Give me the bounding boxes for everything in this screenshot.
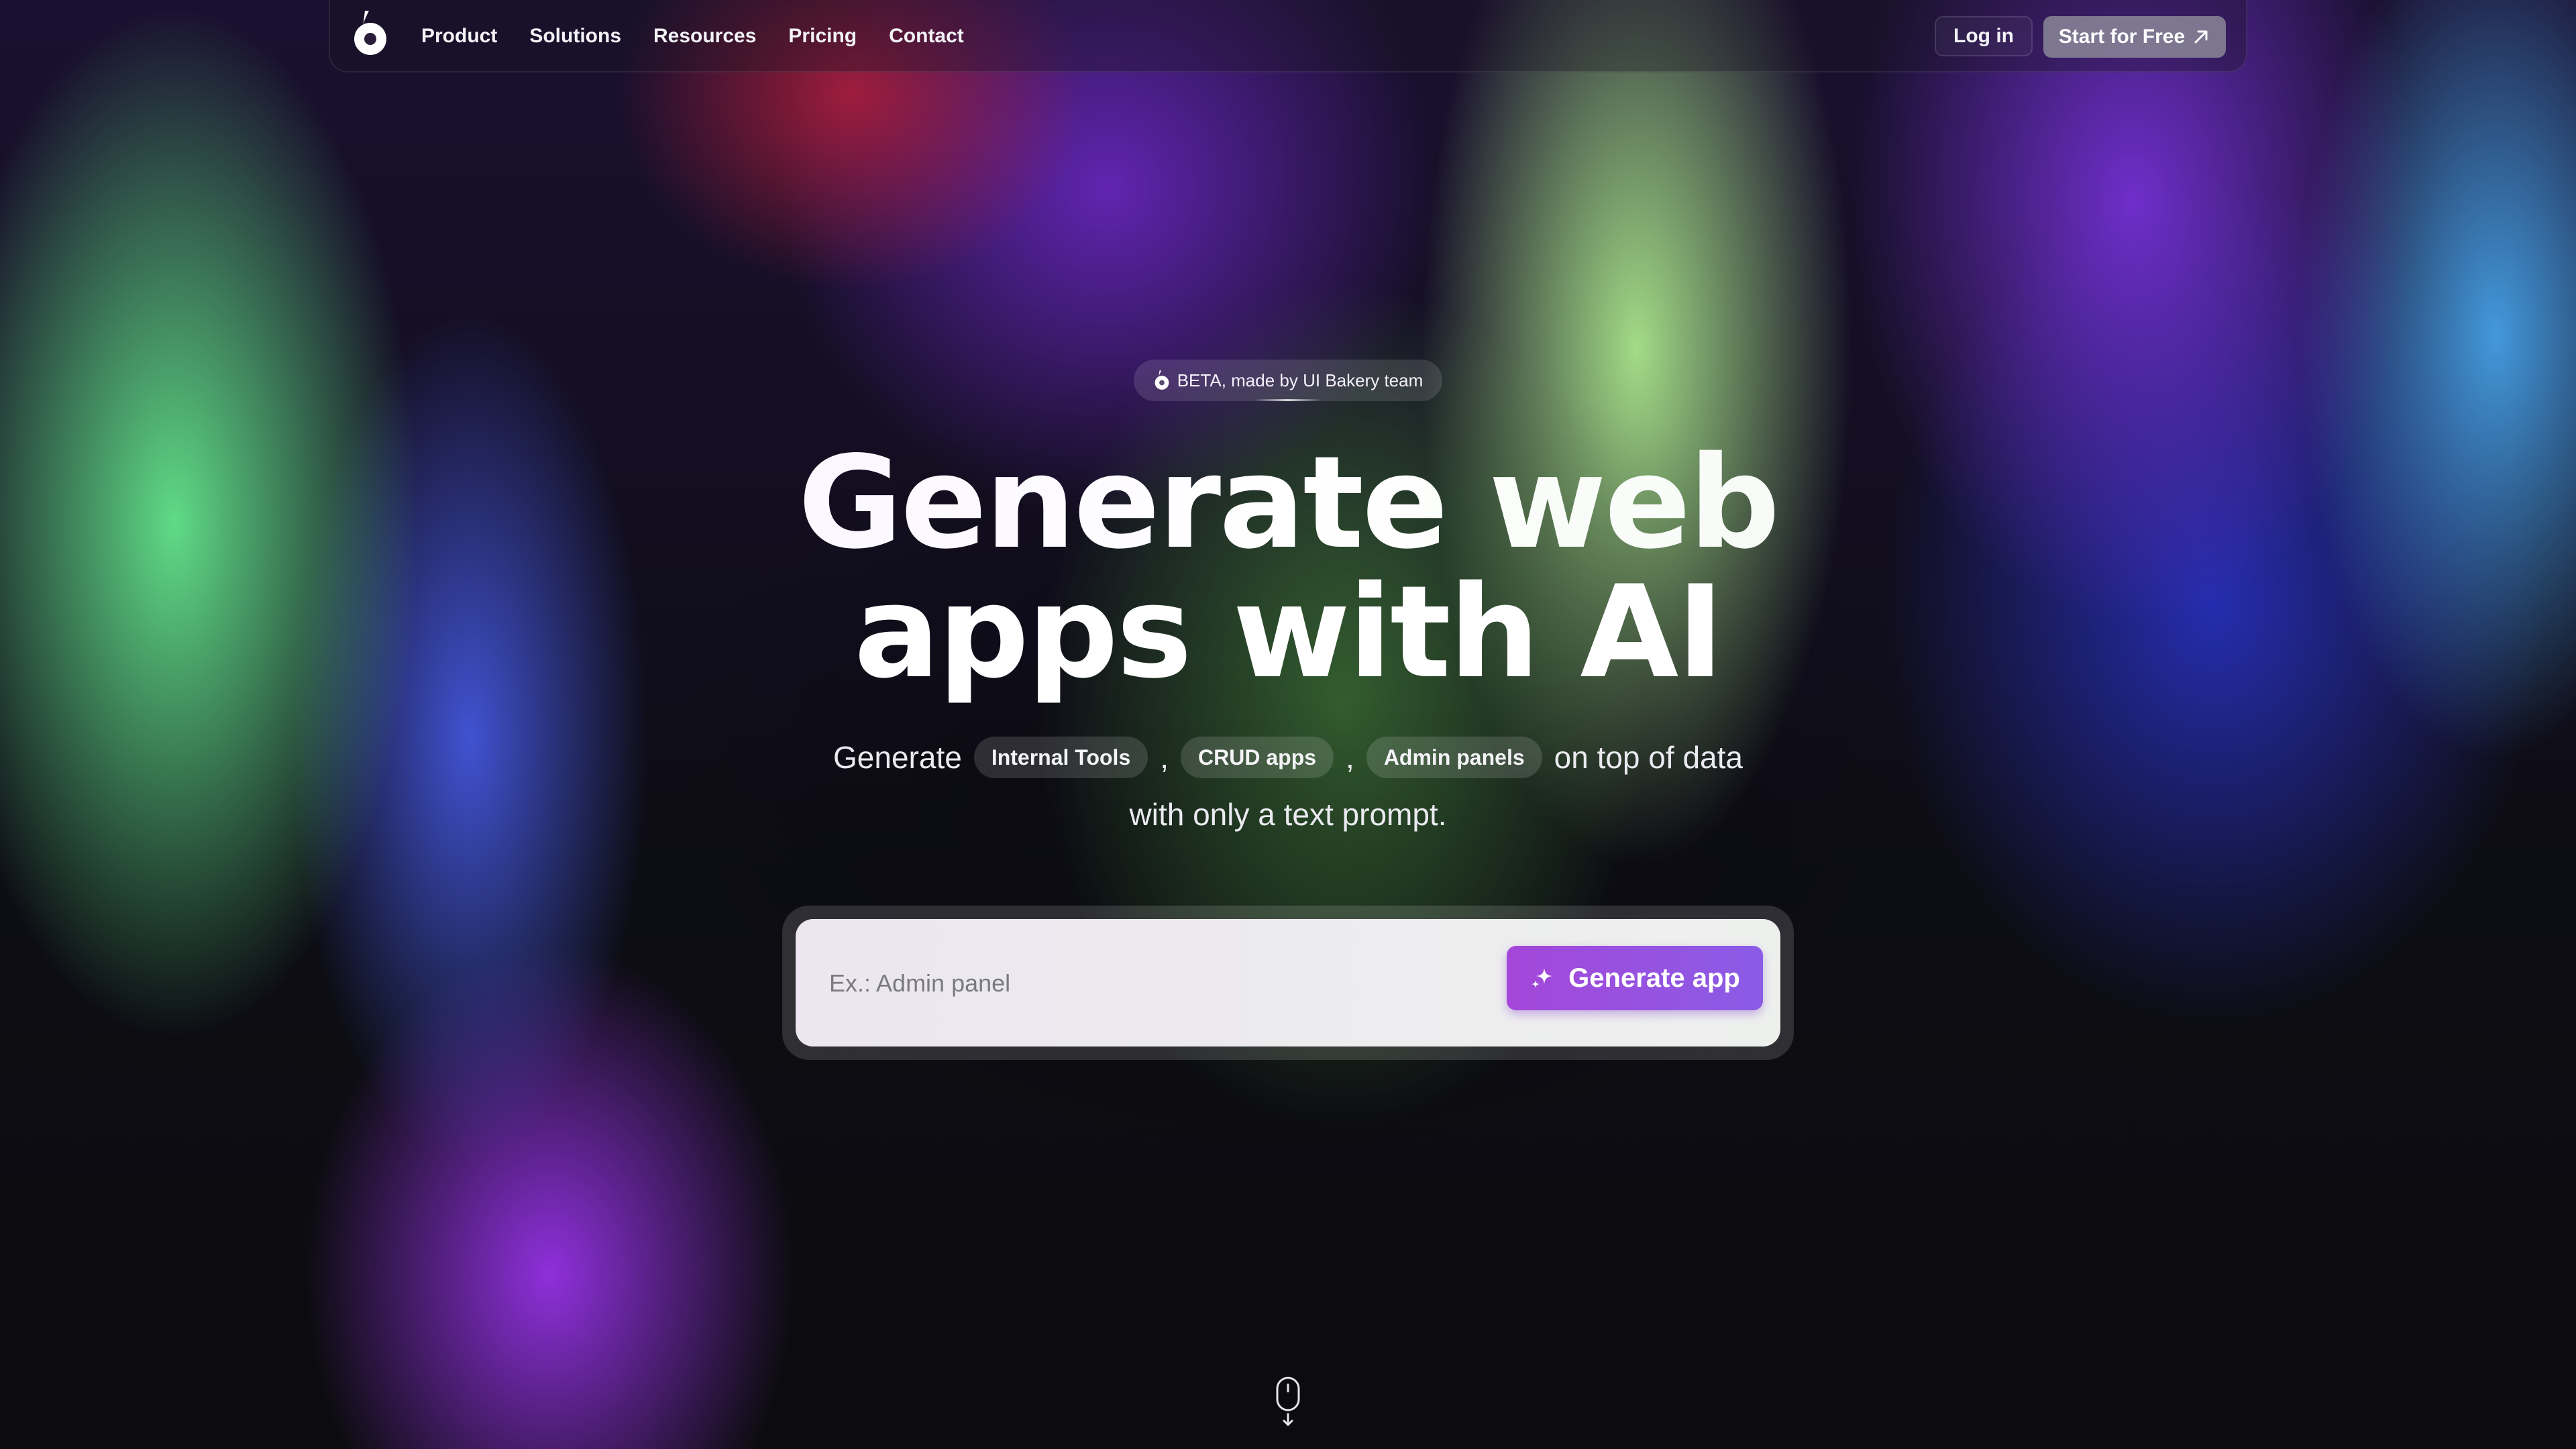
chip-internal-tools: Internal Tools	[973, 737, 1148, 778]
mouse-scroll-icon[interactable]	[1273, 1377, 1303, 1428]
hero-subtitle-row-2: with only a text prompt.	[1129, 797, 1447, 832]
chip-separator: ,	[1160, 740, 1169, 775]
beta-badge: BETA, made by UI Bakery team	[1134, 360, 1442, 401]
background-shade	[0, 0, 2576, 1449]
prompt-input[interactable]	[828, 956, 1434, 1011]
generate-app-label: Generate app	[1568, 963, 1740, 993]
chip-crud-apps: CRUD apps	[1181, 737, 1334, 778]
nav-link-pricing[interactable]: Pricing	[788, 25, 857, 48]
nav-links: Product Solutions Resources Pricing Cont…	[421, 0, 964, 72]
generate-app-button[interactable]: Generate app	[1507, 946, 1763, 1010]
nav-link-solutions[interactable]: Solutions	[529, 25, 621, 48]
sub-suffix: on top of data	[1554, 740, 1743, 775]
nav-link-product[interactable]: Product	[421, 25, 497, 48]
ui-bakery-logo-icon[interactable]	[350, 9, 390, 58]
landing-page: Product Solutions Resources Pricing Cont…	[0, 0, 2576, 1449]
nav-link-contact[interactable]: Contact	[889, 25, 964, 48]
beta-badge-text: BETA, made by UI Bakery team	[1177, 370, 1424, 390]
sparkle-icon	[1532, 968, 1553, 988]
arrow-up-right-icon	[2194, 30, 2208, 44]
nav-link-resources[interactable]: Resources	[653, 25, 756, 48]
hero-title-line-1: Generate web	[0, 439, 2576, 567]
login-button-label: Log in	[1953, 25, 2014, 47]
chip-admin-panels: Admin panels	[1366, 737, 1542, 778]
login-button[interactable]: Log in	[1935, 16, 2033, 56]
start-for-free-button[interactable]: Start for Free	[2043, 16, 2226, 58]
hero-title-line-2: apps with AI	[853, 558, 1724, 706]
sub-prefix: Generate	[833, 740, 962, 775]
ui-bakery-badge-logo-icon	[1155, 370, 1169, 390]
top-navbar: Product Solutions Resources Pricing Cont…	[329, 0, 2247, 72]
prompt-container: Generate app	[782, 906, 1794, 1060]
chip-separator: ,	[1346, 740, 1354, 775]
prompt-box: Generate app	[796, 919, 1780, 1046]
start-button-label: Start for Free	[2058, 25, 2186, 48]
hero-subtitle-row-1: Generate Internal Tools , CRUD apps , Ad…	[0, 737, 2576, 778]
